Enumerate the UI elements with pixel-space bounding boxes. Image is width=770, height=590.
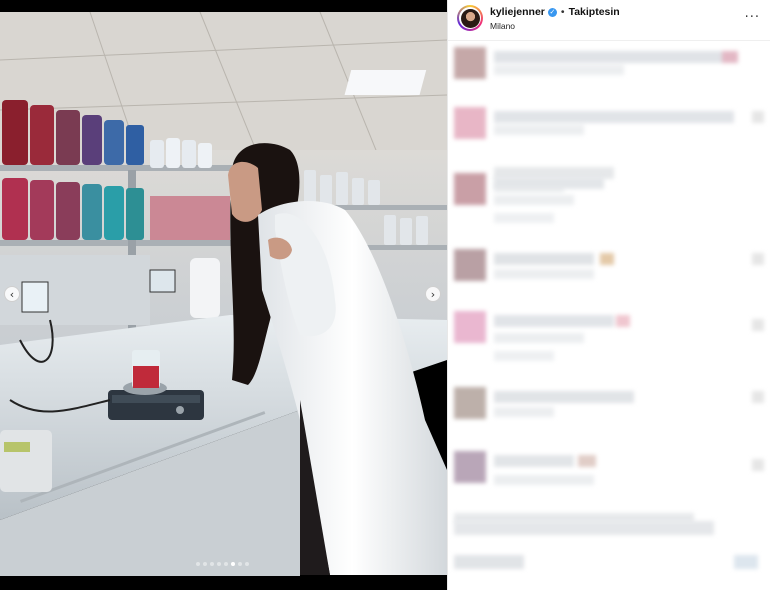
comment-text [494,391,634,403]
comment-text [600,253,614,265]
comment-text [494,213,554,223]
comment-text [494,65,624,75]
carousel-indicator [196,562,249,566]
comment-text [454,521,714,535]
comment-like [752,391,764,403]
comment-text [494,269,594,279]
comment-avatar [454,249,486,281]
comment-text [494,51,724,63]
comment-item [454,249,764,285]
carousel-dot [210,562,214,566]
comment-item [454,387,764,421]
username-link[interactable]: kyliejenner [490,6,545,18]
post-header: kyliejenner ✓ • Takiptesin Milano ··· [448,0,770,41]
comment-text [494,455,574,467]
comment-text [494,111,734,123]
comment-item [454,521,764,581]
comment-text [494,253,594,265]
carousel-dot [245,562,249,566]
avatar-icon[interactable] [457,5,483,31]
comment-avatar [454,173,486,205]
avatar-ring [459,7,481,29]
comment-avatar [454,311,486,343]
comment-item [454,451,764,523]
comment-item [454,173,754,233]
carousel-dot [203,562,207,566]
avatar-image [460,8,480,28]
more-options-icon[interactable]: ··· [745,10,760,25]
chevron-right-icon[interactable]: › [425,286,441,302]
comment-like [734,555,758,569]
chevron-left-icon[interactable]: ‹ [4,286,20,302]
comment-like [752,111,764,123]
carousel-dot [217,562,221,566]
verified-badge-icon: ✓ [547,7,557,17]
comment-avatar [454,387,486,419]
post-sidebar: kyliejenner ✓ • Takiptesin Milano ··· [447,0,770,590]
post-photo [0,0,447,590]
comment-item [454,311,764,367]
comment-text [494,407,554,417]
comment-like [752,459,764,471]
comment-text [722,51,738,63]
location-link[interactable]: Milano [490,21,515,31]
comment-item [454,47,754,79]
comment-text [494,315,614,327]
carousel-dot [196,562,200,566]
carousel-dot [238,562,242,566]
follow-status-button[interactable]: Takiptesin [569,6,620,18]
comment-text [494,351,554,361]
separator: • [560,6,565,18]
comment-text [494,177,604,189]
comments-section [448,41,770,590]
comment-text [578,455,596,467]
comment-text [616,315,630,327]
comment-text [494,475,594,485]
comment-avatar [454,451,486,483]
comment-text [494,125,584,135]
carousel-dot [231,562,235,566]
comment-item [454,107,764,141]
post-media[interactable]: ‹ › [0,0,447,590]
comment-like [752,253,764,265]
carousel-dot [224,562,228,566]
comment-avatar [454,47,486,79]
comment-text [494,195,574,205]
comment-avatar [454,107,486,139]
comment-text [494,333,584,343]
comment-text [454,555,524,569]
user-row: kyliejenner ✓ • Takiptesin [490,6,620,18]
comment-like [752,319,764,331]
